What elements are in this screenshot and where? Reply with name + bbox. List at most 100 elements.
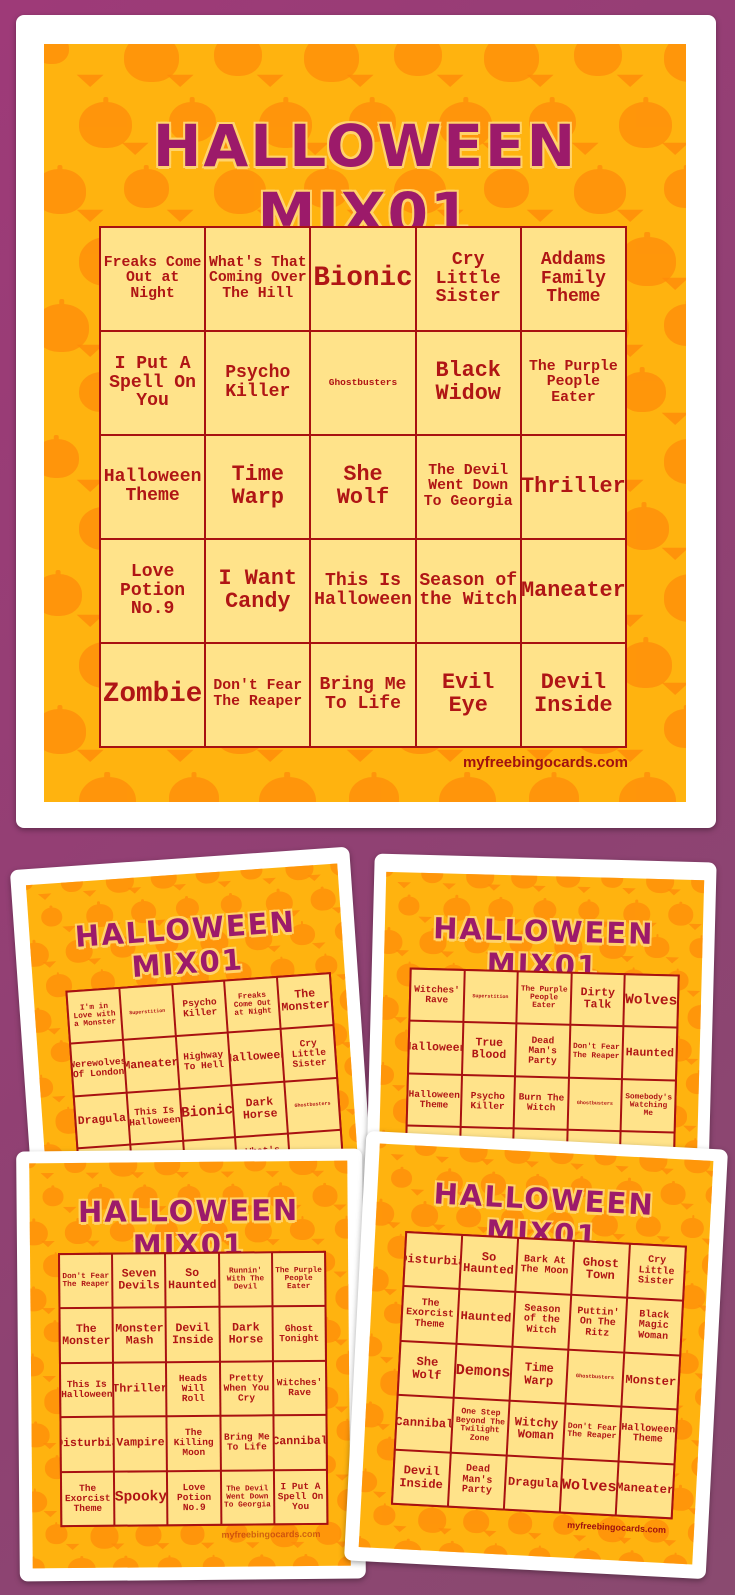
bingo-cell[interactable]: Pretty When You Cry <box>220 1362 273 1415</box>
bingo-cell[interactable]: So Haunted <box>166 1253 219 1307</box>
bingo-cell[interactable]: Cry Little Sister <box>628 1244 685 1300</box>
bingo-cell[interactable]: Don't Fear The Reaper <box>206 644 310 746</box>
bingo-cell[interactable]: Devil Inside <box>166 1308 219 1362</box>
bingo-cell[interactable]: The Devil Went Down To Georgia <box>221 1470 274 1524</box>
bingo-cell[interactable]: Ghost Town <box>572 1241 629 1298</box>
bingo-cell[interactable]: Dark Horse <box>220 1307 272 1361</box>
bingo-cell[interactable]: The Monster <box>278 974 333 1029</box>
bingo-cell[interactable]: Freaks Come Out at Night <box>225 977 280 1032</box>
bingo-cell[interactable]: Dark Horse <box>232 1082 288 1137</box>
bingo-cell[interactable]: Black Widow <box>416 332 520 434</box>
bingo-cell[interactable]: Don't Fear The Reaper <box>569 1026 623 1078</box>
bingo-cell[interactable]: Maneater <box>521 540 625 642</box>
bingo-cell[interactable]: Wolves <box>624 975 678 1027</box>
bingo-cell[interactable]: Spooky <box>115 1471 167 1525</box>
bingo-cell[interactable]: True Blood <box>462 1023 516 1076</box>
bingo-cell[interactable]: One Step Beyond The Twilight Zone <box>451 1398 509 1455</box>
bingo-cell[interactable]: This Is Halloween <box>60 1363 113 1417</box>
bingo-cell[interactable]: Demons <box>454 1344 512 1400</box>
bingo-cell[interactable]: Thriller <box>114 1363 166 1416</box>
bingo-cell[interactable]: Time Warp <box>206 436 310 538</box>
bingo-cell[interactable]: Cry Little Sister <box>416 228 520 330</box>
bingo-cell[interactable]: The Killing Moon <box>167 1416 220 1470</box>
bingo-cell[interactable]: Halloween <box>409 1021 462 1074</box>
watermark-link[interactable]: myfreebingocards.com <box>463 754 628 771</box>
bingo-cell[interactable]: This Is Halloween <box>311 540 415 642</box>
bingo-cell[interactable]: Bring Me To Life <box>311 644 415 746</box>
bingo-cell[interactable]: Runnin' With The Devil <box>219 1253 272 1307</box>
bingo-cell[interactable]: Love Potion No.9 <box>168 1471 220 1525</box>
bingo-cell[interactable]: This Is Halloween <box>127 1089 182 1144</box>
bingo-cell[interactable]: Halloween Theme <box>101 436 205 538</box>
bingo-cell[interactable]: The Purple People Eater <box>272 1252 325 1306</box>
bingo-cell[interactable]: Season of the Witch <box>416 540 520 642</box>
bingo-cell[interactable]: Halloween <box>229 1030 284 1085</box>
bingo-cell[interactable]: The Monster <box>60 1309 113 1362</box>
bingo-cell[interactable]: Ghostbusters <box>568 1078 622 1131</box>
bingo-cell[interactable]: Disturbia <box>404 1233 462 1289</box>
bingo-cell[interactable]: Ghostbusters <box>311 332 415 434</box>
bingo-cell[interactable]: Freaks Come Out at Night <box>101 228 205 330</box>
bingo-cell[interactable]: Monster Mash <box>113 1308 166 1362</box>
bingo-cell[interactable]: Dragula <box>504 1456 562 1512</box>
bingo-cell[interactable]: Love Potion No.9 <box>101 540 205 642</box>
bingo-cell[interactable]: Werewolves Of London <box>71 1041 126 1096</box>
bingo-cell[interactable]: Haunted <box>457 1290 515 1346</box>
bingo-cell[interactable]: I Put A Spell On You <box>274 1470 327 1524</box>
preview-card-4[interactable]: ▼ ▼ ▼ ▼ ▼ ▼ ▼ ▼ ▼ ▼ ▼ ▼ ▼ ▼ ▼ ▼ ▼ ▼ ▼ ▼ ▼ ▼ ▼ ▼ ▼ ▼ ▼ ▼ ▼ ▼ ▼ ▼ ▼ ▼ ▼ ▼ ▼ ▼ ▼ ▼… <box>343 1130 729 1580</box>
bingo-cell[interactable]: Dragula <box>74 1093 130 1148</box>
bingo-cell[interactable]: Bring Me To Life <box>221 1416 273 1470</box>
bingo-cell[interactable]: Time Warp <box>510 1347 568 1403</box>
bingo-cell[interactable]: The Exorcist Theme <box>61 1472 114 1526</box>
watermark-link[interactable]: myfreebingocards.com <box>221 1529 320 1540</box>
bingo-cell[interactable]: Evil Eye <box>416 644 520 746</box>
bingo-cell[interactable]: Monster <box>622 1353 680 1409</box>
bingo-cell[interactable]: Haunted <box>623 1027 677 1080</box>
bingo-cell[interactable]: Thriller <box>521 436 625 538</box>
bingo-cell[interactable]: The Purple People Eater <box>521 332 625 434</box>
bingo-cell[interactable]: What's That Coming Over The Hill <box>206 228 310 330</box>
bingo-cell[interactable]: Ghost Tonight <box>273 1307 325 1361</box>
bingo-cell[interactable]: Highway To Hell <box>176 1033 231 1088</box>
bingo-cell[interactable]: The Purple People Eater <box>517 972 571 1025</box>
bingo-cell[interactable]: Halloween Theme <box>407 1074 461 1127</box>
bingo-cell[interactable]: Witches' Rave <box>273 1361 326 1415</box>
bingo-cell[interactable]: Maneater <box>616 1462 674 1518</box>
bingo-cell[interactable]: Dead Man's Party <box>448 1453 506 1509</box>
bingo-cell[interactable]: Zombie <box>101 644 205 746</box>
bingo-cell[interactable]: So Haunted <box>460 1236 518 1292</box>
bingo-cell[interactable]: Disturbia <box>61 1417 114 1471</box>
bingo-cell[interactable]: Witches' Rave <box>410 969 464 1022</box>
bingo-cell[interactable]: Seven Devils <box>113 1254 165 1308</box>
bingo-cell[interactable]: I'm in Love with a Monster <box>67 989 122 1043</box>
preview-card-3[interactable]: ▼▼▼▼▼▼▼▼▼▼▼▼▼▼▼▼▼▼▼▼▼▼▼▼▼▼▼▼▼▼▼▼▼▼▼▼▼▼▼▼… <box>16 1148 366 1582</box>
bingo-cell[interactable]: Devil Inside <box>393 1450 450 1506</box>
bingo-cell[interactable]: Halloween Theme <box>619 1407 677 1463</box>
bingo-cell[interactable]: Black Magic Woman <box>625 1299 682 1355</box>
bingo-cell[interactable]: Psycho Killer <box>172 981 228 1036</box>
bingo-cell[interactable]: The Devil Went Down To Georgia <box>416 436 520 538</box>
bingo-cell[interactable]: I Want Candy <box>206 540 310 642</box>
bingo-cell[interactable]: Puttin' On The Ritz <box>569 1296 627 1352</box>
bingo-cell[interactable]: Vampire <box>114 1417 167 1471</box>
bingo-cell[interactable]: Dirty Talk <box>571 973 625 1026</box>
bingo-cell[interactable]: Wolves <box>560 1459 618 1515</box>
bingo-cell[interactable]: Ghostbusters <box>285 1078 340 1133</box>
bingo-cell[interactable]: Ghostbusters <box>566 1350 624 1406</box>
bingo-cell[interactable]: Somebody's Watching Me <box>622 1079 675 1132</box>
bingo-cell[interactable]: Don't Fear The Reaper <box>60 1254 112 1308</box>
bingo-cell[interactable]: Don't Fear The Reaper <box>563 1404 621 1461</box>
bingo-cell[interactable]: Psycho Killer <box>206 332 310 434</box>
bingo-cell[interactable]: Cannibal <box>274 1416 326 1469</box>
bingo-cell[interactable]: Psycho Killer <box>461 1075 515 1128</box>
bingo-cell[interactable]: Superstition <box>120 985 175 1040</box>
bingo-cell[interactable]: Cry Little Sister <box>281 1026 337 1081</box>
bingo-cell[interactable]: Bionic <box>180 1086 235 1141</box>
bingo-cell[interactable]: Maneater <box>123 1037 179 1092</box>
bingo-cell[interactable]: She Wolf <box>398 1341 456 1397</box>
bingo-cell[interactable]: Devil Inside <box>521 644 625 746</box>
bingo-cell[interactable]: Superstition <box>464 970 517 1023</box>
bingo-cell[interactable]: Cannibal <box>395 1396 453 1452</box>
bingo-cell[interactable]: Season of the Witch <box>513 1293 571 1349</box>
bingo-cell[interactable]: I Put A Spell On You <box>101 332 205 434</box>
